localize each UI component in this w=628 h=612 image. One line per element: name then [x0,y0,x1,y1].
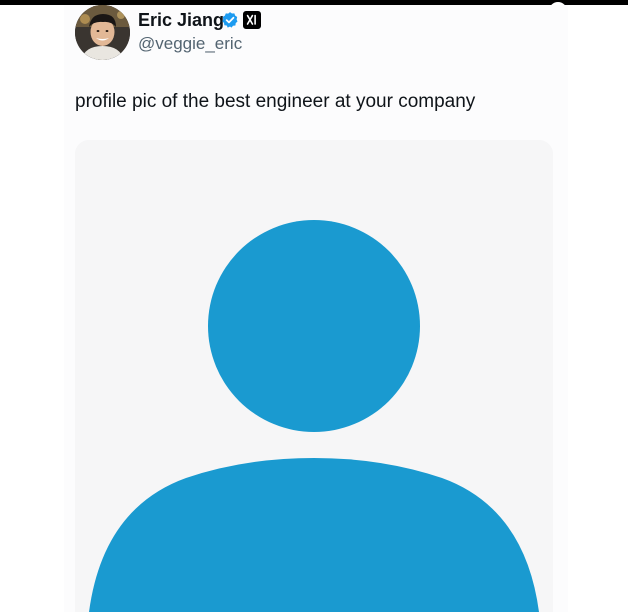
default-profile-silhouette-icon [75,140,553,612]
verified-badge-icon[interactable] [221,11,239,29]
tweet-text: profile pic of the best engineer at your… [75,91,476,112]
avatar-photo-icon [75,5,130,60]
author-avatar[interactable] [75,5,130,60]
author-display-name[interactable]: Eric Jiang [138,9,224,31]
tweet-media-image[interactable] [75,140,553,612]
silhouette-head [208,220,420,432]
tweet-screenshot: Eric Jiang @veggie_eric profile pic of t… [0,0,628,612]
author-handle[interactable]: @veggie_eric [138,34,242,54]
affiliate-logo-icon[interactable] [243,11,261,29]
